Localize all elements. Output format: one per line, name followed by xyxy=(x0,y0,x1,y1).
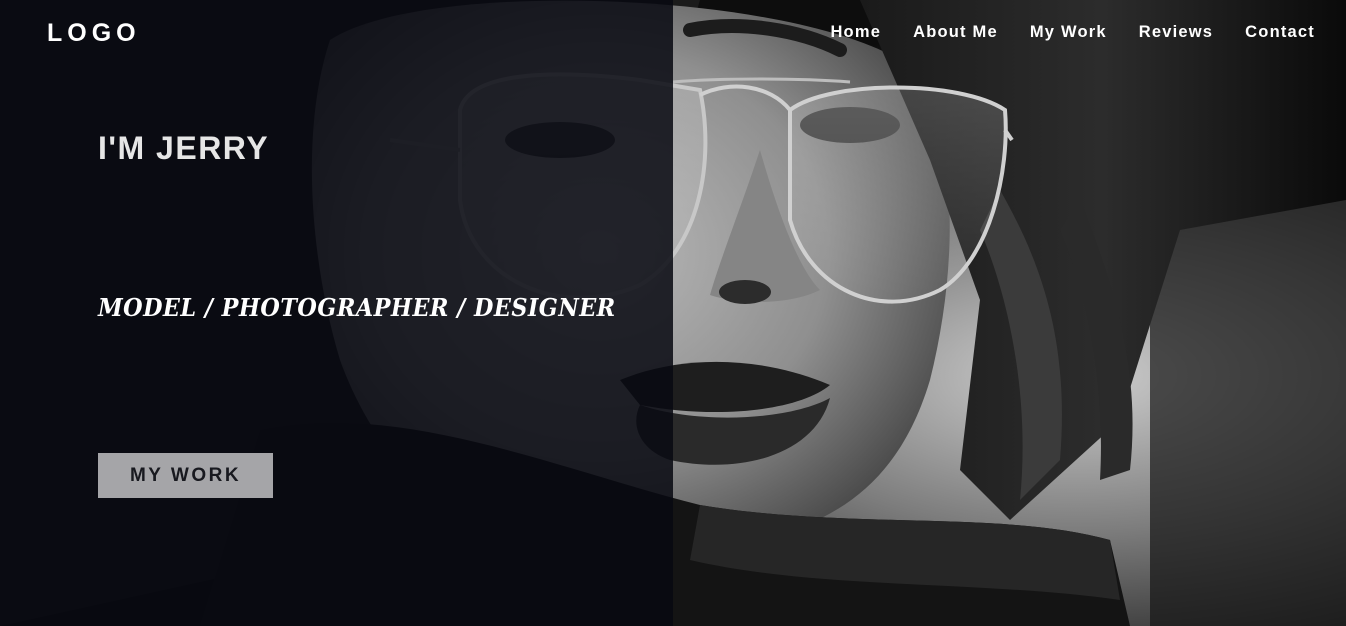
navbar: LOGO Home About Me My Work Reviews Conta… xyxy=(0,0,1346,68)
hero-headline: I'M JERRY xyxy=(98,130,270,166)
nav-reviews[interactable]: Reviews xyxy=(1139,23,1213,42)
main-nav: Home About Me My Work Reviews Contact xyxy=(798,23,1315,42)
logo[interactable]: LOGO xyxy=(47,19,141,48)
my-work-button[interactable]: MY WORK xyxy=(98,453,273,498)
hero-roles: MODEL / PHOTOGRAPHER / DESIGNER xyxy=(98,293,616,322)
nav-my-work[interactable]: My Work xyxy=(1030,23,1107,42)
nav-about-me[interactable]: About Me xyxy=(913,23,998,42)
nav-contact[interactable]: Contact xyxy=(1245,23,1315,42)
hero-section: LOGO Home About Me My Work Reviews Conta… xyxy=(0,0,1346,626)
nav-home[interactable]: Home xyxy=(830,23,881,42)
